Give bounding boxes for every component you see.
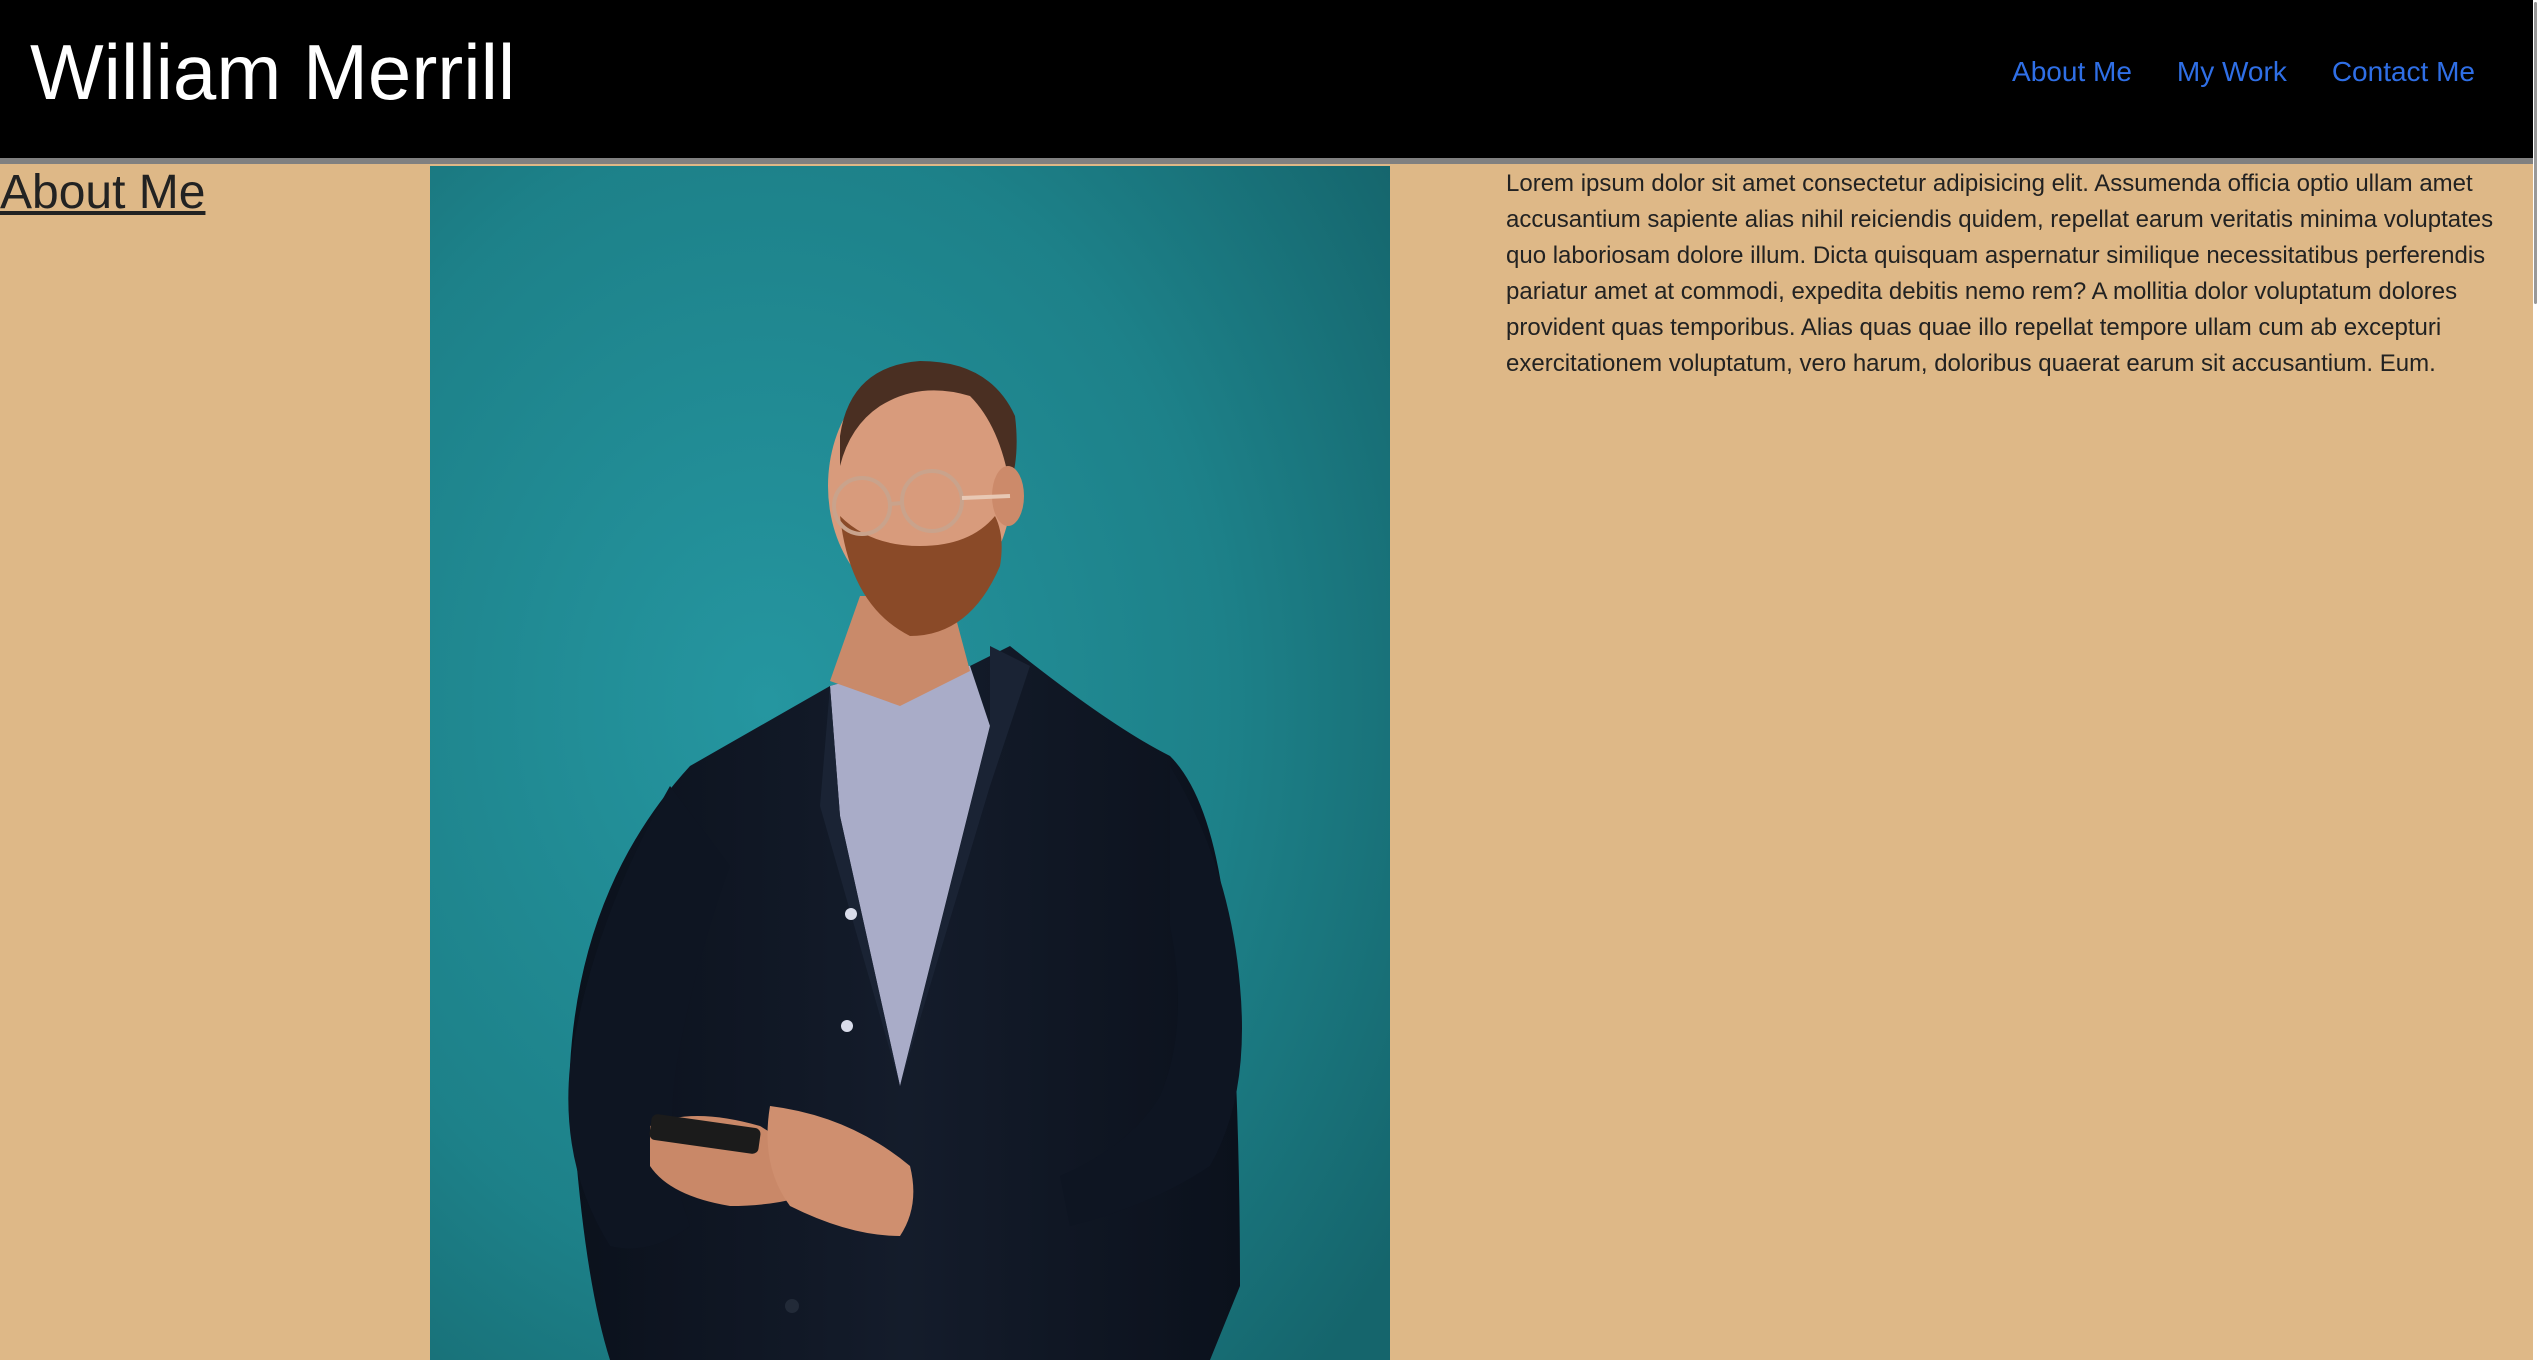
main-nav: About Me My Work Contact Me <box>2012 52 2475 92</box>
profile-photo <box>430 166 1390 1360</box>
scrollbar-thumb[interactable] <box>2534 2 2537 304</box>
nav-link-about-me[interactable]: About Me <box>2012 52 2132 92</box>
about-bio-text: Lorem ipsum dolor sit amet consectetur a… <box>1506 170 2494 377</box>
nav-link-my-work[interactable]: My Work <box>2177 52 2287 92</box>
site-title: William Merrill <box>30 28 516 116</box>
site-header: William Merrill About Me My Work Contact… <box>0 0 2533 164</box>
about-heading: About Me <box>0 166 206 219</box>
nav-link-contact-me[interactable]: Contact Me <box>2332 52 2475 92</box>
page-scrollbar[interactable] <box>2533 0 2539 1360</box>
